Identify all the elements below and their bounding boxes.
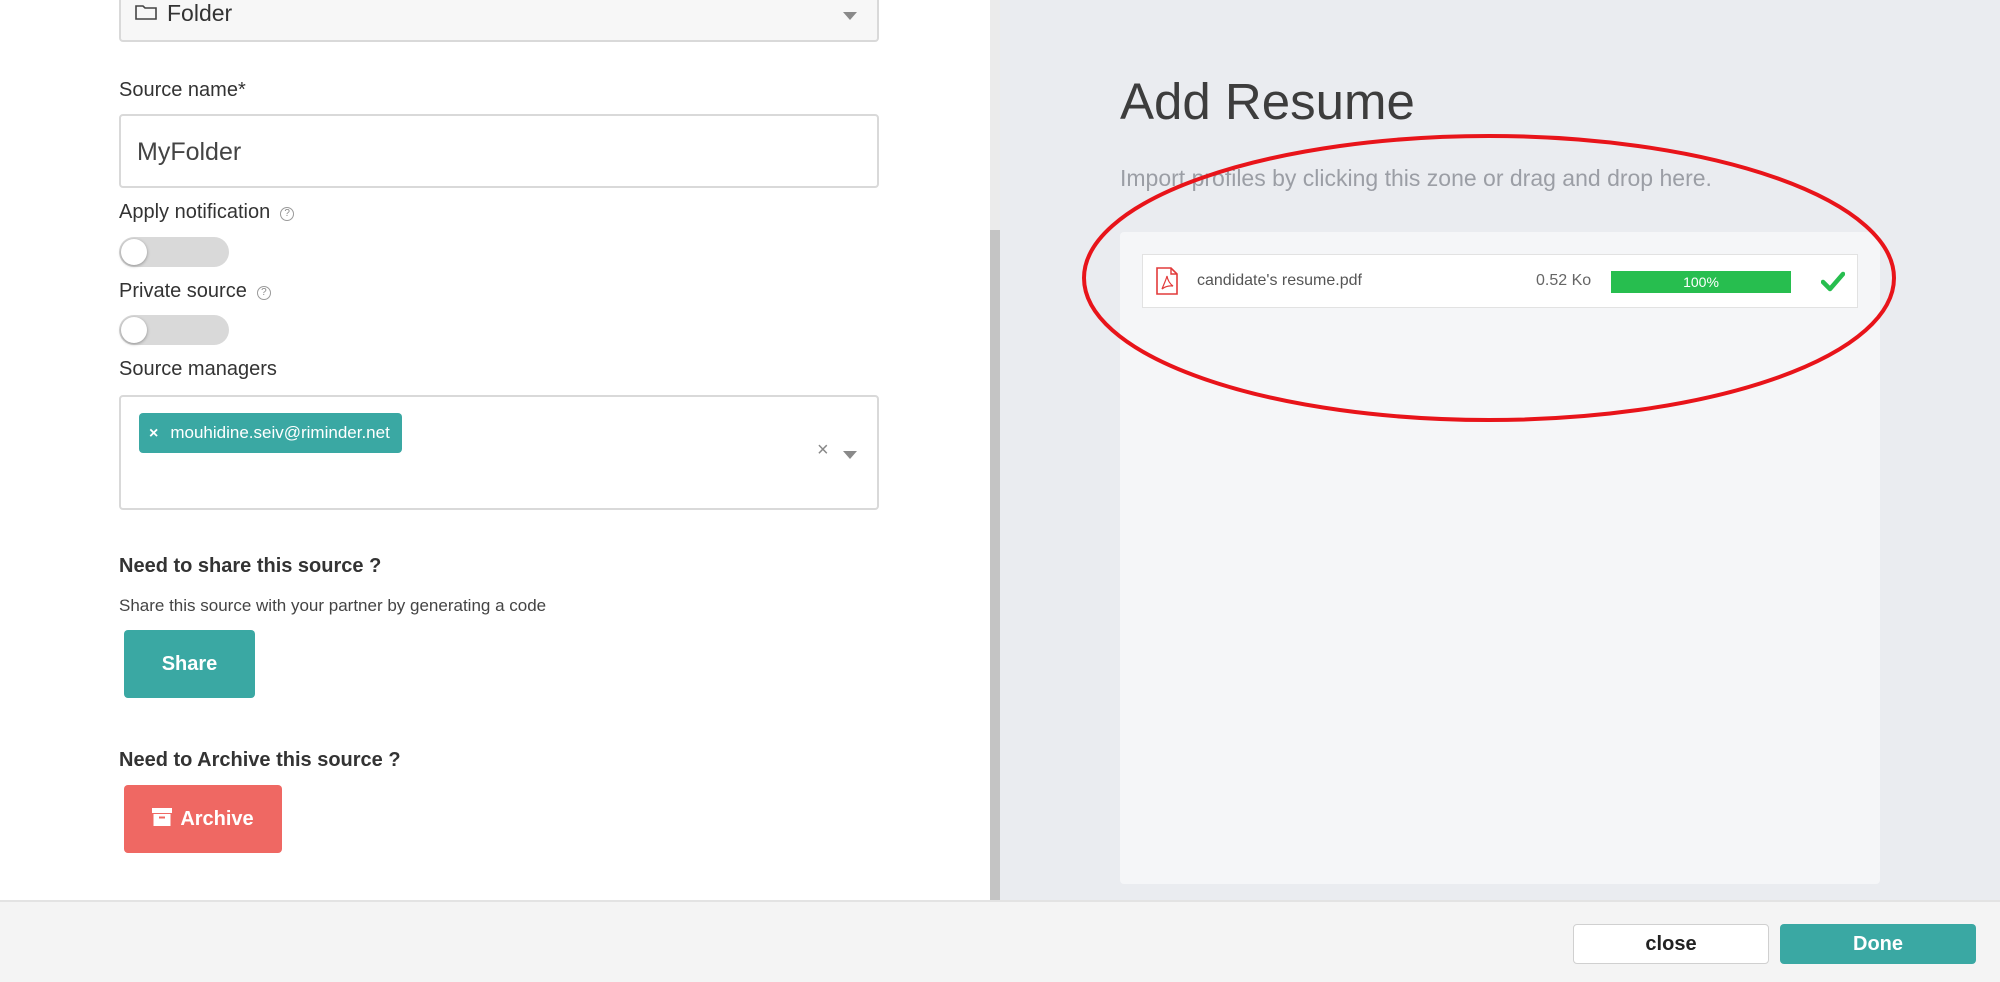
private-source-label: Private source?: [119, 280, 271, 303]
pdf-icon: [1156, 267, 1178, 295]
chevron-down-icon[interactable]: [843, 451, 857, 459]
manager-email: mouhidine.seiv@riminder.net: [170, 423, 390, 442]
archive-section-title: Need to Archive this source ?: [119, 749, 401, 771]
source-name-label: Source name*: [119, 79, 246, 101]
archive-button[interactable]: Archive: [124, 785, 282, 853]
file-name: candidate's resume.pdf: [1197, 272, 1362, 289]
clear-icon[interactable]: ×: [817, 439, 829, 462]
source-name-input[interactable]: MyFolder: [119, 114, 879, 188]
share-section-title: Need to share this source ?: [119, 555, 382, 577]
archive-button-label: Archive: [180, 808, 254, 830]
scrollbar-thumb[interactable]: [990, 230, 1000, 900]
toggle-knob: [121, 239, 147, 265]
check-icon: [1821, 271, 1845, 292]
source-settings-pane: Folder Source name* MyFolder Apply notif…: [0, 0, 990, 900]
file-size: 0.52 Ko: [1536, 272, 1592, 289]
source-managers-label: Source managers: [119, 358, 277, 380]
folder-icon: [135, 5, 157, 20]
source-type-select[interactable]: Folder: [119, 0, 879, 42]
archive-icon: [152, 808, 173, 826]
upload-dropzone[interactable]: candidate's resume.pdf 0.52 Ko 100%: [1120, 232, 1880, 884]
share-button[interactable]: Share: [124, 630, 255, 698]
source-managers-select[interactable]: × mouhidine.seiv@riminder.net ×: [119, 395, 879, 510]
remove-tag-icon[interactable]: ×: [149, 425, 158, 442]
apply-notification-text: Apply notification: [119, 201, 271, 223]
page-title: Add Resume: [1120, 73, 1415, 130]
upload-progress-bar: 100%: [1611, 271, 1791, 293]
apply-notification-label: Apply notification?: [119, 201, 295, 224]
done-button[interactable]: Done: [1780, 924, 1976, 964]
manager-tag: × mouhidine.seiv@riminder.net: [139, 413, 402, 453]
close-button[interactable]: close: [1573, 924, 1769, 964]
modal-footer: close Done: [0, 900, 2000, 982]
progress-percent: 100%: [1683, 274, 1719, 290]
chevron-down-icon[interactable]: [843, 12, 857, 20]
add-resume-pane: Add Resume Import profiles by clicking t…: [1000, 0, 2000, 900]
apply-notification-toggle[interactable]: [119, 237, 229, 267]
private-source-toggle[interactable]: [119, 315, 229, 345]
share-section-description: Share this source with your partner by g…: [119, 596, 547, 615]
help-icon[interactable]: ?: [280, 207, 295, 221]
private-source-text: Private source: [119, 280, 247, 302]
source-type-value: Folder: [167, 0, 233, 26]
scrollbar[interactable]: [990, 0, 1000, 900]
uploaded-file-row: candidate's resume.pdf 0.52 Ko 100%: [1142, 254, 1858, 308]
source-name-value: MyFolder: [137, 138, 242, 166]
toggle-knob: [121, 317, 147, 343]
dropzone-instructions: Import profiles by clicking this zone or…: [1120, 165, 1712, 191]
help-icon[interactable]: ?: [256, 286, 271, 300]
